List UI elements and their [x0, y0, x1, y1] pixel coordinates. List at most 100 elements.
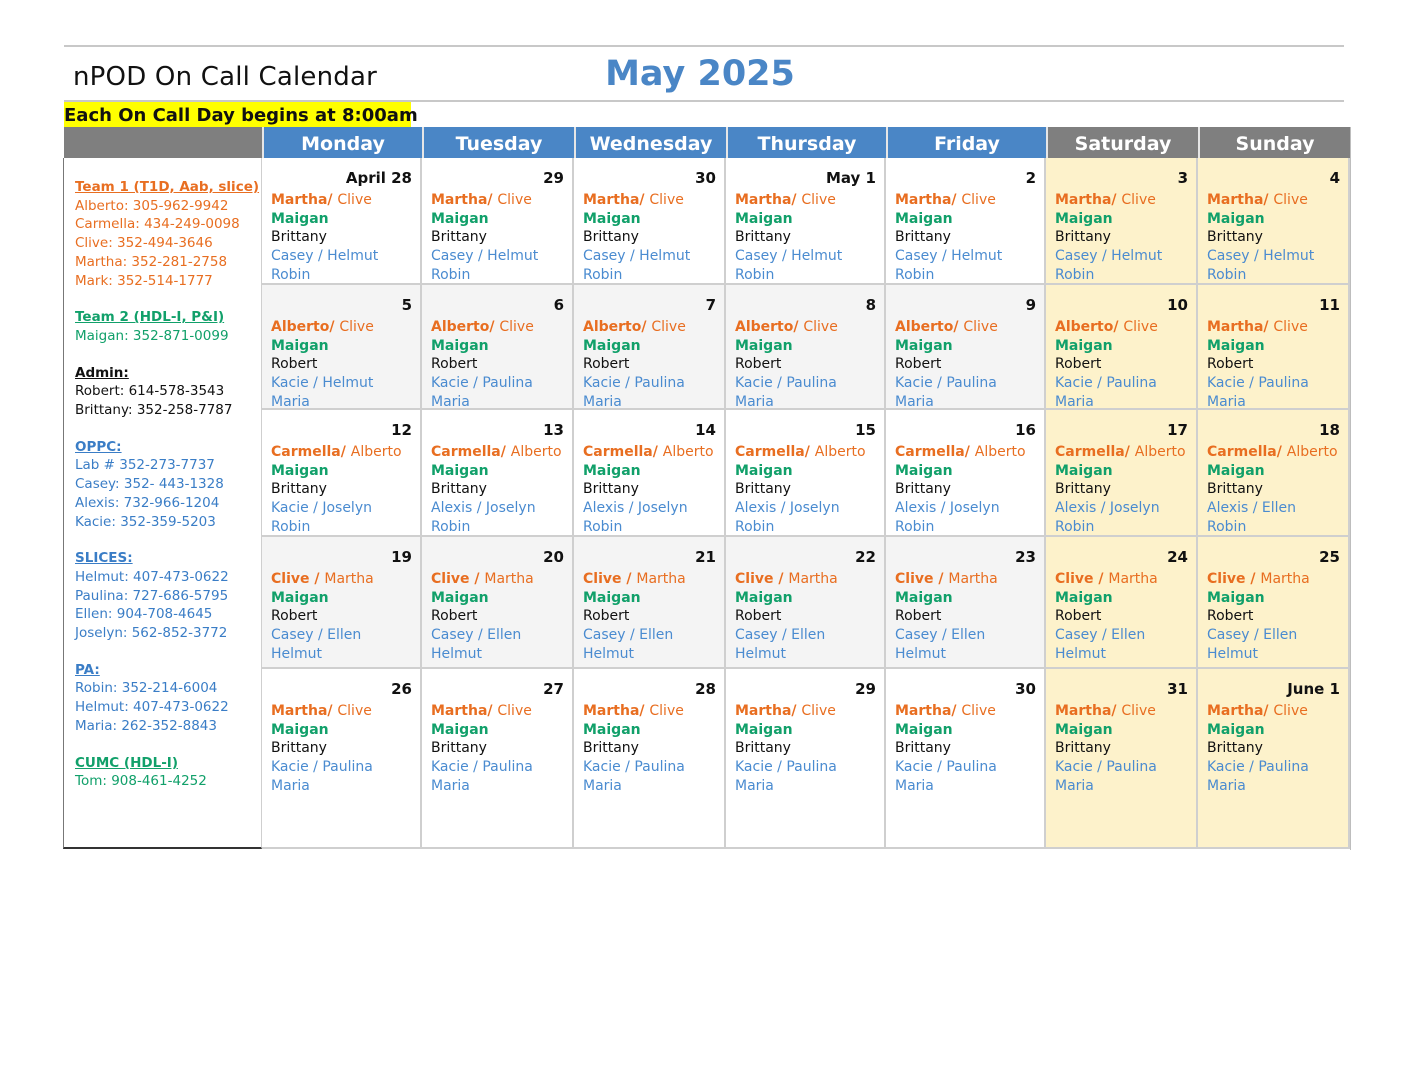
admin-on-call: Brittany [895, 481, 951, 498]
team2-on-call: Maigan [271, 337, 329, 354]
primary-lead: Carmella [1055, 444, 1125, 460]
day-cell: 9 Alberto/ Clive Maigan Robert Kacie / Pauli… [886, 285, 1046, 410]
primary-on-call: Martha/ Clive [895, 702, 1044, 721]
day-cell: 26 Martha/ Clive Maigan Brittany Kacie / Pau… [262, 669, 422, 849]
pa-on-call: Maria [895, 393, 934, 410]
primary-backup: Alberto [350, 444, 402, 460]
day-cell: 3 Martha/ Clive Maigan Brittany Casey / Helm… [1046, 158, 1198, 285]
primary-on-call: Martha/ Clive [271, 191, 420, 210]
day-cell: 30 Martha/ Clive Maigan Brittany Casey / Hel… [574, 158, 726, 285]
day-cell: 4 Martha/ Clive Maigan Brittany Casey / Helm… [1198, 158, 1350, 285]
contacts-sidebar: Team 1 (T1D, Aab, slice) Alberto: 305-96… [63, 158, 262, 849]
oppc-slices-on-call: Casey / Helmut [431, 248, 539, 265]
day-cell: 28 Martha/ Clive Maigan Brittany Kacie / Pau… [574, 669, 726, 849]
oppc-slices-on-call: Alexis / Ellen [1207, 500, 1297, 517]
admin-on-call: Brittany [431, 481, 487, 498]
admin-on-call: Brittany [1055, 740, 1111, 757]
separator: / [773, 571, 789, 587]
contact-line: Paulina: 727-686-5795 [75, 587, 229, 604]
separator: / [641, 319, 652, 335]
contact-line: Lab # 352-273-7737 [75, 457, 215, 474]
primary-lead: Martha [1055, 703, 1112, 719]
separator: / [621, 571, 637, 587]
day-cell: 11 Martha/ Clive Maigan Robert Kacie / Pauli… [1198, 285, 1350, 410]
contact-group-team2: Team 2 (HDL-I, P&I) Maigan: 352-871-0099 [75, 308, 261, 345]
day-cell: 29 Martha/ Clive Maigan Brittany Kacie / Pau… [726, 669, 886, 849]
primary-backup: Clive [961, 703, 996, 719]
day-cell: 30 Martha/ Clive Maigan Brittany Kacie / Pau… [886, 669, 1046, 849]
primary-lead: Alberto [735, 319, 794, 335]
on-call-note: Each On Call Day begins at 8:00am [64, 102, 418, 128]
day-header-friday: Friday [886, 127, 1046, 158]
primary-lead: Martha [895, 703, 952, 719]
day-cell: 10 Alberto/ Clive Maigan Robert Kacie / Paul… [1046, 285, 1198, 410]
team2-on-call: Maigan [583, 589, 641, 606]
team2-on-call: Maigan [735, 589, 793, 606]
day-number: 11 [1319, 296, 1340, 314]
primary-backup: Clive [801, 703, 836, 719]
day-number: 9 [1025, 296, 1036, 314]
pa-on-call: Helmut [735, 645, 787, 662]
admin-on-call: Robert [583, 608, 630, 625]
separator: / [953, 319, 964, 335]
contact-line: Brittany: 352-258-7787 [75, 402, 233, 419]
primary-on-call: Alberto/ Clive [735, 318, 884, 337]
separator: / [329, 319, 340, 335]
primary-backup: Martha [948, 571, 998, 587]
primary-backup: Clive [1121, 192, 1156, 208]
primary-lead: Martha [1207, 192, 1264, 208]
primary-lead: Martha [1055, 192, 1112, 208]
day-cell: 22 Clive / Martha Maigan Robert Casey / Elle… [726, 537, 886, 669]
admin-on-call: Robert [895, 356, 942, 373]
primary-lead: Alberto [895, 319, 954, 335]
separator: / [951, 703, 962, 719]
day-header-tuesday: Tuesday [422, 127, 574, 158]
team2-on-call: Maigan [735, 721, 793, 738]
oppc-slices-on-call: Casey / Helmut [735, 248, 843, 265]
admin-on-call: Brittany [735, 481, 791, 498]
primary-backup: Clive [1273, 319, 1308, 335]
oppc-slices-on-call: Casey / Ellen [1207, 627, 1298, 644]
primary-lead: Martha [271, 703, 328, 719]
admin-on-call: Robert [583, 356, 630, 373]
day-number: 5 [401, 296, 412, 314]
day-number: 15 [855, 421, 876, 439]
oppc-slices-on-call: Casey / Ellen [895, 627, 986, 644]
day-cell: 8 Alberto/ Clive Maigan Robert Kacie / Pauli… [726, 285, 886, 410]
team2-on-call: Maigan [1055, 337, 1113, 354]
day-cell: 5 Alberto/ Clive Maigan Robert Kacie / Helmu… [262, 285, 422, 410]
primary-backup: Martha [1108, 571, 1158, 587]
primary-on-call: Clive / Martha [735, 570, 884, 589]
separator: / [1245, 571, 1261, 587]
day-number: April 28 [345, 169, 412, 187]
oppc-slices-on-call: Kacie / Paulina [431, 375, 533, 392]
primary-lead: Alberto [583, 319, 642, 335]
day-number: 24 [1167, 548, 1188, 566]
separator: / [327, 192, 338, 208]
primary-on-call: Alberto/ Clive [1055, 318, 1196, 337]
pa-on-call: Robin [1055, 518, 1095, 535]
primary-backup: Clive [801, 192, 836, 208]
team2-on-call: Maigan [583, 721, 641, 738]
admin-on-call: Brittany [1207, 481, 1263, 498]
admin-on-call: Brittany [271, 740, 327, 757]
oppc-slices-on-call: Kacie / Paulina [895, 759, 997, 776]
oppc-slices-on-call: Casey / Helmut [1207, 248, 1315, 265]
admin-on-call: Robert [735, 608, 782, 625]
primary-lead: Carmella [895, 444, 965, 460]
day-cell: 20 Clive / Martha Maigan Robert Casey / Elle… [422, 537, 574, 669]
separator: / [951, 192, 962, 208]
day-number: 17 [1167, 421, 1188, 439]
day-header-wednesday: Wednesday [574, 127, 726, 158]
primary-backup: Alberto [662, 444, 714, 460]
top-rule [64, 45, 1344, 47]
primary-backup: Martha [788, 571, 838, 587]
team2-on-call: Maigan [271, 721, 329, 738]
admin-on-call: Robert [1207, 356, 1254, 373]
day-number: 29 [855, 680, 876, 698]
separator: / [1111, 703, 1122, 719]
primary-on-call: Carmella/ Alberto [583, 443, 724, 462]
admin-on-call: Robert [271, 608, 318, 625]
primary-backup: Alberto [1286, 444, 1338, 460]
admin-on-call: Brittany [895, 229, 951, 246]
